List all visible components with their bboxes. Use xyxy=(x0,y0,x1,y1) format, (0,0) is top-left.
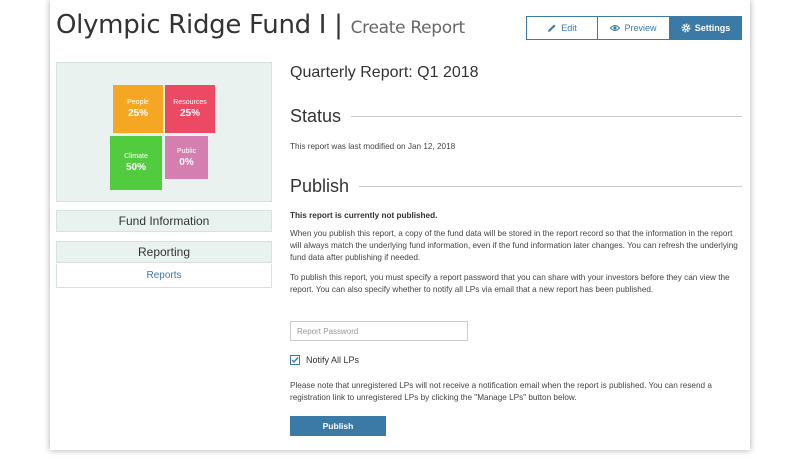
fund-name: Olympic Ridge Fund I | xyxy=(56,10,343,40)
unregistered-lps-note: Please note that unregistered LPs will n… xyxy=(290,381,712,402)
publish-section-heading: Publish xyxy=(290,176,742,197)
settings-button[interactable]: Settings xyxy=(670,16,742,40)
status-text: This report was last modified on Jan 12,… xyxy=(290,142,456,151)
pencil-icon xyxy=(548,24,556,32)
edit-button-label: Edit xyxy=(561,23,577,33)
page-subtitle: Create Report xyxy=(350,18,466,38)
treemap-tile-people: People 25% xyxy=(113,85,163,133)
publish-button[interactable]: Publish xyxy=(290,416,386,436)
report-password-input[interactable] xyxy=(290,321,468,341)
edit-button[interactable]: Edit xyxy=(526,16,598,40)
notify-all-lps-option: Notify All LPs xyxy=(290,355,359,365)
fund-information-header[interactable]: Fund Information xyxy=(56,210,272,232)
gear-icon xyxy=(681,23,691,33)
status-section-heading: Status xyxy=(290,106,742,127)
settings-button-label: Settings xyxy=(694,23,731,33)
publish-status-text: This report is currently not published. xyxy=(290,211,438,220)
preview-button-label: Preview xyxy=(624,23,657,33)
publish-description: When you publish this report, a copy of … xyxy=(290,229,738,262)
publish-instructions: To publish this report, you must specify… xyxy=(290,273,730,294)
page-title: Olympic Ridge Fund I | Create Report xyxy=(56,10,465,40)
treemap-tile-resources: Resources 25% xyxy=(165,85,215,133)
notify-all-lps-checkbox[interactable] xyxy=(290,355,300,365)
reports-link[interactable]: Reports xyxy=(56,264,272,288)
treemap-tile-climate: Climate 50% xyxy=(110,136,162,190)
app-window: Olympic Ridge Fund I | Create Report Edi… xyxy=(50,0,750,450)
notify-all-lps-label: Notify All LPs xyxy=(306,355,360,365)
report-title: Quarterly Report: Q1 2018 xyxy=(290,64,479,81)
reporting-header[interactable]: Reporting xyxy=(56,241,272,263)
view-toolbar: Edit Preview Settings xyxy=(526,16,742,40)
divider xyxy=(351,116,742,117)
checkmark-icon xyxy=(291,357,299,364)
allocation-treemap: People 25% Resources 25% Climate 50% Pub… xyxy=(56,62,272,202)
preview-button[interactable]: Preview xyxy=(598,16,670,40)
treemap-tile-public: Public 0% xyxy=(165,136,208,179)
divider xyxy=(359,186,742,187)
eye-icon xyxy=(610,25,621,31)
